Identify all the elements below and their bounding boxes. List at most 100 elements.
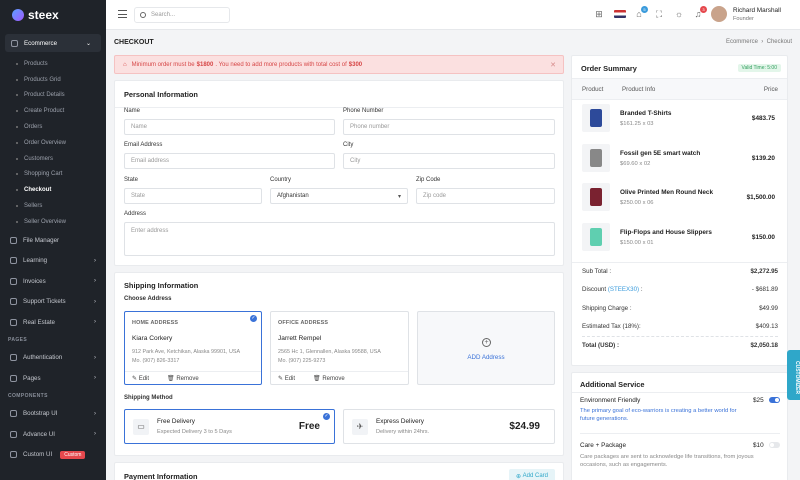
product-thumbnail[interactable] — [582, 104, 610, 132]
apps-grid-icon[interactable]: ⊞ — [594, 9, 604, 19]
sidebar-item-create-product[interactable]: Create Product — [0, 103, 106, 119]
sidebar-item-orders[interactable]: Orders — [0, 119, 106, 135]
name-input[interactable]: Name — [124, 119, 335, 135]
sidebar-item-checkout[interactable]: Checkout — [0, 182, 106, 198]
user-menu[interactable]: Richard Marshall Founder — [711, 6, 781, 22]
breadcrumb-ecommerce[interactable]: Ecommerce — [726, 39, 758, 45]
email-input[interactable]: Email address — [124, 153, 335, 169]
product-name[interactable]: Flip-Flops and House Slippers — [620, 229, 712, 236]
sidebar-item-seller-overview[interactable]: Seller Overview — [0, 214, 106, 230]
express-delivery-option[interactable]: ✈ Express Delivery Delivery within 24hrs… — [343, 409, 555, 444]
sidebar-item-products[interactable]: Products — [0, 56, 106, 72]
country-label: Country — [270, 177, 292, 183]
breadcrumb: Ecommerce › Checkout — [725, 39, 792, 45]
product-name[interactable]: Olive Printed Men Round Neck — [620, 189, 713, 196]
remove-button[interactable]: 🗑 Remove — [167, 375, 208, 382]
product-image — [590, 109, 602, 127]
office-address-phone: Mo. (907) 225-9273 — [278, 357, 326, 364]
sidebar-item-invoices[interactable]: Invoices › — [0, 271, 106, 292]
choose-address-label: Choose Address — [124, 296, 172, 302]
add-card-button[interactable]: ⊕ Add Card — [508, 469, 555, 480]
sidebar-item-label: Real Estate — [23, 318, 55, 326]
fullscreen-icon[interactable]: ⛶ — [654, 9, 664, 19]
sidebar-item-ecommerce[interactable]: Ecommerce ⌄ — [5, 34, 101, 52]
sidebar-item-order-overview[interactable]: Order Overview — [0, 135, 106, 151]
product-thumbnail[interactable] — [582, 143, 610, 172]
remove-label: Remove — [322, 375, 345, 382]
express-delivery-title: Express Delivery — [376, 418, 424, 425]
sidebar-item-shopping-cart[interactable]: Shopping Cart — [0, 167, 106, 183]
city-input[interactable]: City — [343, 153, 555, 169]
sidebar-item-learning[interactable]: Learning › — [0, 250, 106, 271]
phone-input[interactable]: Phone number — [343, 119, 555, 135]
alert-text-1: Minimum order must be — [131, 61, 195, 68]
sidebar-item-product-details[interactable]: Product Details — [0, 88, 106, 104]
custom-badge: Custom — [60, 450, 86, 459]
eco-service-toggle[interactable] — [769, 397, 780, 403]
edit-button[interactable]: ✎ Edit — [132, 375, 158, 382]
free-delivery-title: Free Delivery — [157, 418, 195, 425]
shipping-information-card: Shipping Information Choose Address ✓ HO… — [114, 272, 564, 456]
home-address-card[interactable]: ✓ HOME ADDRESS Kiara Corkery 912 Park Av… — [124, 311, 262, 385]
product-thumbnail[interactable] — [582, 183, 610, 211]
office-address-heading: OFFICE ADDRESS — [278, 320, 329, 326]
sidebar-item-products-grid[interactable]: Products Grid — [0, 72, 106, 88]
search-input[interactable]: Search... — [134, 7, 230, 23]
total-label: Total (USD) : — [582, 342, 620, 349]
tax-row: Estimated Tax (18%): $409.13 — [582, 323, 778, 330]
hamburger-icon[interactable] — [118, 10, 127, 18]
zip-input[interactable]: Zip code — [416, 188, 555, 204]
cart-icon[interactable]: ⌂ 5 — [634, 6, 648, 19]
office-address-card[interactable]: OFFICE ADDRESS Jarrett Rempel 2565 Hc 1,… — [270, 311, 409, 385]
address-placeholder: Enter address — [131, 228, 169, 234]
payment-information-card: Payment Information ⊕ Add Card — [114, 462, 564, 480]
sidebar-item-sellers[interactable]: Sellers — [0, 198, 106, 214]
bell-icon[interactable]: ♫ 3 — [693, 6, 707, 19]
free-delivery-option[interactable]: ✓ ▭ Free Delivery Expected Delivery 3 to… — [124, 409, 335, 444]
product-image — [590, 148, 602, 167]
sidebar-item-advance-ui[interactable]: Advance UI › — [0, 424, 106, 445]
cart-icon: ⌂ — [123, 61, 127, 68]
edit-button[interactable]: ✎ Edit — [278, 375, 304, 382]
address-textarea[interactable]: Enter address — [124, 222, 555, 256]
home-address-name: Kiara Corkery — [132, 335, 173, 342]
customizer-tab[interactable]: CUSTOMIZER — [787, 350, 800, 400]
sidebar-item-customers[interactable]: Customers — [0, 151, 106, 167]
product-name[interactable]: Branded T-Shirts — [620, 110, 672, 117]
sidebar-item-file-manager[interactable]: File Manager — [0, 230, 106, 251]
chevron-right-icon: › — [94, 410, 96, 417]
eco-service-title: Environment Friendly — [580, 397, 641, 404]
sidebar-item-support-tickets[interactable]: Support Tickets › — [0, 291, 106, 312]
add-address-button[interactable]: + ADD Address — [417, 311, 555, 385]
close-icon[interactable]: ✕ — [550, 61, 556, 69]
sidebar-item-custom-ui[interactable]: Custom UI Custom — [0, 444, 106, 465]
subtotal-value: $2,272.95 — [750, 268, 778, 275]
state-input[interactable]: State — [124, 188, 262, 204]
email-placeholder: Email address — [131, 158, 170, 164]
flag-icon[interactable] — [614, 10, 626, 18]
sidebar-item-authentication[interactable]: Authentication › — [0, 347, 106, 368]
discount-colon: : — [640, 286, 643, 293]
sidebar-item-bootstrap-ui[interactable]: Bootstrap UI › — [0, 403, 106, 424]
alert-text-2: . You need to add more products with tot… — [215, 61, 347, 68]
sidebar-item-label: Ecommerce — [24, 39, 58, 47]
care-service-toggle[interactable] — [769, 442, 780, 448]
page-header: CHECKOUT Ecommerce › Checkout — [106, 30, 800, 55]
menu-icon — [10, 354, 17, 362]
topbar: Search... ⊞ ⌂ 5 ⛶ ☼ ♫ 3 Richard Marshall Fo… — [106, 0, 800, 30]
theme-sun-icon[interactable]: ☼ — [674, 9, 684, 19]
country-value: Afghanistan — [277, 193, 309, 199]
remove-button[interactable]: 🗑 Remove — [313, 375, 354, 382]
zip-label: Zip Code — [416, 177, 441, 183]
product-thumbnail[interactable] — [582, 222, 610, 251]
brand-logo[interactable]: steex — [0, 0, 106, 30]
alert-min-amount: $1800 — [196, 61, 214, 68]
country-select[interactable]: Afghanistan — [270, 188, 408, 204]
product-price: $1,500.00 — [746, 194, 775, 201]
sidebar-item-real-estate[interactable]: Real Estate › — [0, 312, 106, 333]
sidebar-item-pages[interactable]: Pages › — [0, 368, 106, 389]
section-components: COMPONENTS — [8, 392, 48, 399]
product-name[interactable]: Fossil gen 5E smart watch — [620, 150, 700, 157]
truck-icon: ▭ — [133, 419, 149, 435]
main-menu: File Manager Learning › Invoices › Support Ti… — [0, 230, 106, 333]
